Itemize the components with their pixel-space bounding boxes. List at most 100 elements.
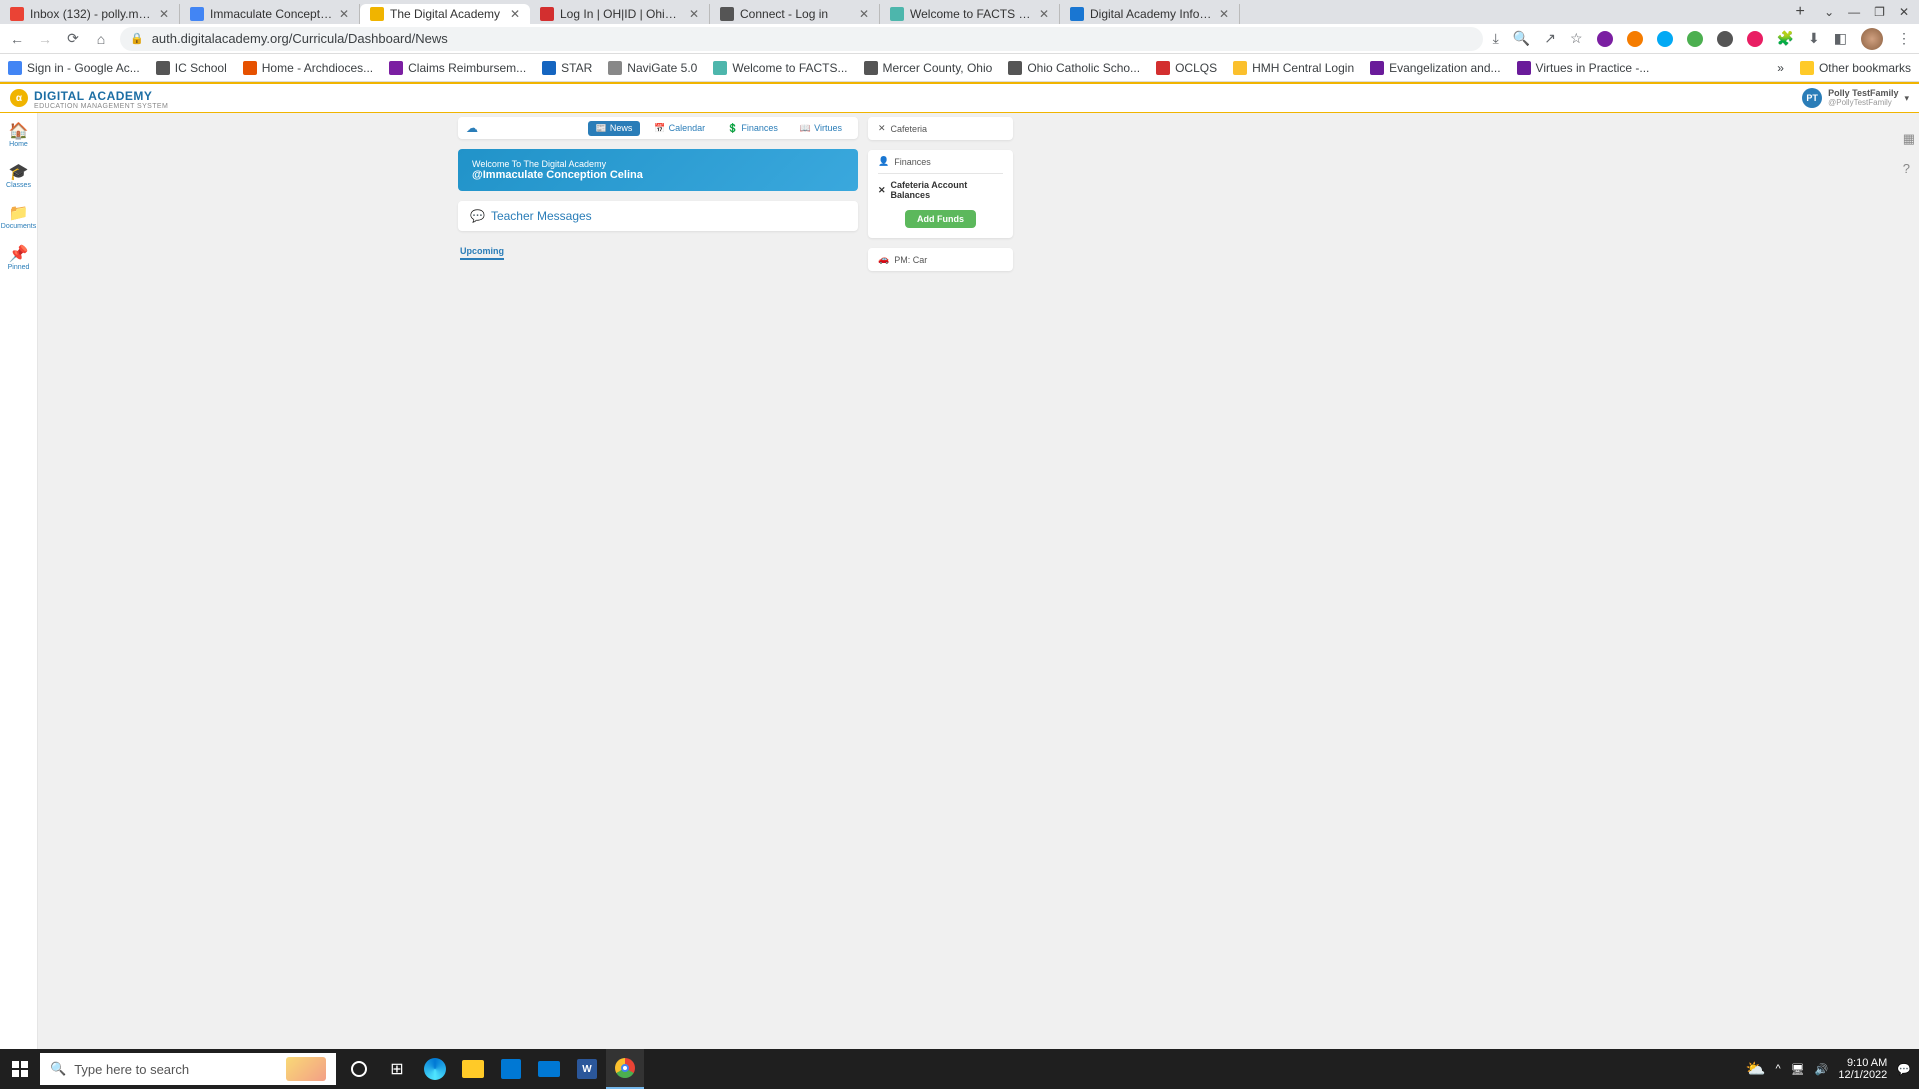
close-tab-icon[interactable]: ✕ [859, 7, 869, 21]
user-menu[interactable]: PT Polly TestFamily @PollyTestFamily ▾ [1802, 88, 1909, 108]
extension-icon[interactable] [1597, 31, 1613, 47]
extension-icon[interactable] [1627, 31, 1643, 47]
edge-icon[interactable] [416, 1049, 454, 1089]
chrome-icon[interactable] [606, 1049, 644, 1089]
close-tab-icon[interactable]: ✕ [510, 7, 520, 21]
star-icon[interactable]: ☆ [1570, 30, 1583, 47]
tray-chevron-icon[interactable]: ^ [1776, 1063, 1781, 1075]
reload-button[interactable]: ⟳ [64, 30, 82, 48]
browser-tab[interactable]: Digital Academy Information - I ✕ [1060, 4, 1240, 24]
extension-icon[interactable] [1657, 31, 1673, 47]
cloud-icon[interactable]: ☁ [466, 121, 478, 135]
grid-icon[interactable]: ▦ [1903, 131, 1915, 147]
close-tab-icon[interactable]: ✕ [1039, 7, 1049, 21]
browser-tab[interactable]: Inbox (132) - polly.muhlenkamp✕ [0, 4, 180, 24]
teacher-messages-card[interactable]: 💬 Teacher Messages [458, 201, 858, 231]
sidebar-item-pinned[interactable]: 📌Pinned [8, 244, 30, 271]
toolbar-icons: ⤓ 🔍 ↗ ☆ 🧩 ⬇ ◧ ⋮ [1493, 28, 1911, 50]
maximize-button[interactable]: ❐ [1874, 5, 1885, 19]
dashboard-tab-calendar[interactable]: 📅Calendar [646, 121, 713, 136]
start-button[interactable] [0, 1049, 40, 1089]
bookmark-favicon [1370, 61, 1384, 75]
bookmark-item[interactable]: NaviGate 5.0 [608, 61, 697, 75]
clock[interactable]: 9:10 AM 12/1/2022 [1838, 1057, 1887, 1081]
address-bar[interactable]: 🔒 auth.digitalacademy.org/Curricula/Dash… [120, 27, 1483, 51]
chevron-down-icon[interactable]: ⌄ [1824, 5, 1834, 19]
bookmark-item[interactable]: IC School [156, 61, 227, 75]
caret-down-icon: ▾ [1904, 93, 1909, 104]
add-funds-button[interactable]: Add Funds [905, 210, 976, 228]
utensils-icon: ✕ [878, 185, 886, 196]
weather-icon[interactable]: ⛅ [1746, 1059, 1766, 1079]
extension-icon[interactable] [1687, 31, 1703, 47]
help-icon[interactable]: ? [1903, 161, 1915, 176]
new-tab-button[interactable]: + [1786, 0, 1814, 24]
dashboard-tab-finances[interactable]: 💲Finances [719, 121, 786, 136]
notifications-icon[interactable]: 💬 [1897, 1063, 1911, 1076]
app-logo[interactable]: α DIGITAL ACADEMY EDUCATION MANAGEMENT S… [10, 87, 168, 110]
bookmark-item[interactable]: Mercer County, Ohio [864, 61, 993, 75]
cafeteria-widget[interactable]: ✕Cafeteria [868, 117, 1013, 140]
sidepanel-icon[interactable]: ◧ [1834, 30, 1847, 47]
bookmark-item[interactable]: Virtues in Practice -... [1517, 61, 1650, 75]
bookmark-item[interactable]: Sign in - Google Ac... [8, 61, 140, 75]
right-utility-icons: ▦ ? [1903, 131, 1915, 176]
close-tab-icon[interactable]: ✕ [339, 7, 349, 21]
bookmarks-overflow-icon[interactable]: » [1777, 61, 1784, 75]
bookmark-item[interactable]: STAR [542, 61, 592, 75]
close-window-button[interactable]: ✕ [1899, 5, 1909, 19]
extension-icon[interactable] [1717, 31, 1733, 47]
favicon [10, 7, 24, 21]
volume-icon[interactable]: 🔊 [1815, 1063, 1829, 1076]
back-button[interactable]: ← [8, 30, 26, 48]
zoom-icon[interactable]: 🔍 [1513, 30, 1530, 47]
sidebar-item-classes[interactable]: 🎓Classes [6, 162, 31, 189]
menu-icon[interactable]: ⋮ [1897, 30, 1911, 47]
browser-tab[interactable]: Immaculate Conception School✕ [180, 4, 360, 24]
minimize-button[interactable]: — [1848, 5, 1860, 19]
finances-head[interactable]: 👤Finances [868, 150, 1013, 173]
sidebar-item-home[interactable]: 🏠Home [9, 121, 29, 148]
favicon [190, 7, 204, 21]
dashboard-tab-news[interactable]: 📰News [588, 121, 641, 136]
install-icon[interactable]: ⤓ [1493, 30, 1499, 47]
pm-car-widget[interactable]: 🚗PM: Car [868, 248, 1013, 271]
bookmark-item[interactable]: OCLQS [1156, 61, 1217, 75]
explorer-icon[interactable] [454, 1049, 492, 1089]
bookmark-item[interactable]: Ohio Catholic Scho... [1008, 61, 1140, 75]
bookmark-item[interactable]: Evangelization and... [1370, 61, 1500, 75]
browser-tab[interactable]: The Digital Academy✕ [360, 4, 530, 24]
browser-tab[interactable]: Connect - Log in✕ [710, 4, 880, 24]
close-tab-icon[interactable]: ✕ [159, 7, 169, 21]
taskview-icon[interactable]: ⊞ [378, 1049, 416, 1089]
cortana-icon[interactable] [340, 1049, 378, 1089]
bookmark-item[interactable]: Welcome to FACTS... [713, 61, 847, 75]
downloads-icon[interactable]: ⬇ [1808, 30, 1820, 47]
pinterest-icon[interactable] [1747, 31, 1763, 47]
upcoming-tab[interactable]: Upcoming [458, 241, 858, 260]
bookmark-item[interactable]: Home - Archdioces... [243, 61, 373, 75]
bookmark-item[interactable]: Claims Reimbursem... [389, 61, 526, 75]
store-icon[interactable] [492, 1049, 530, 1089]
favicon [1070, 7, 1084, 21]
mail-icon[interactable] [530, 1049, 568, 1089]
taskbar-search[interactable]: 🔍 Type here to search [40, 1053, 336, 1085]
sidebar-item-documents[interactable]: 📁Documents [1, 203, 36, 230]
browser-tab[interactable]: Log In | OH|ID | Ohio's State Dig✕ [530, 4, 710, 24]
browser-tab[interactable]: Welcome to FACTS Managemen✕ [880, 4, 1060, 24]
extensions-icon[interactable]: 🧩 [1777, 30, 1794, 47]
share-icon[interactable]: ↗ [1544, 30, 1556, 47]
bookmark-favicon [864, 61, 878, 75]
other-bookmarks[interactable]: Other bookmarks [1800, 61, 1911, 75]
close-tab-icon[interactable]: ✕ [689, 7, 699, 21]
home-button[interactable]: ⌂ [92, 30, 110, 48]
close-tab-icon[interactable]: ✕ [1219, 7, 1229, 21]
word-icon[interactable]: W [568, 1049, 606, 1089]
profile-avatar[interactable] [1861, 28, 1883, 50]
tab-title: Digital Academy Information - I [1090, 7, 1213, 21]
display-icon[interactable]: 🖥 [1791, 1063, 1805, 1076]
forward-button[interactable]: → [36, 30, 54, 48]
bookmark-item[interactable]: HMH Central Login [1233, 61, 1354, 75]
dashboard-tab-virtues[interactable]: 📖Virtues [792, 121, 850, 136]
content-area: ▦ ? ☁ 📰News📅Calendar💲Finances📖Virtues We… [38, 113, 1919, 1049]
